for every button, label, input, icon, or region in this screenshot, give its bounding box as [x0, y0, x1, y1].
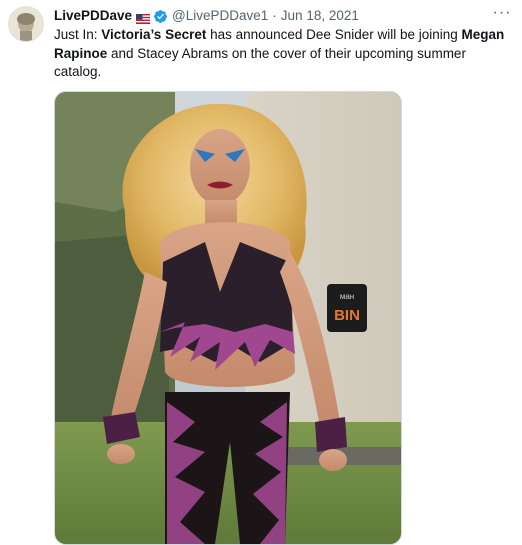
author-avatar[interactable] — [8, 6, 44, 42]
tweet-text-part: Just In: — [54, 27, 102, 42]
tweet-media-photo[interactable]: ман BIN — [54, 91, 402, 545]
us-flag-icon — [136, 11, 151, 24]
author-name[interactable]: LivePDDave — [54, 7, 132, 25]
separator-dot: · — [272, 8, 277, 23]
sign-top-text: ман — [340, 292, 354, 301]
tweet-date[interactable]: Jun 18, 2021 — [281, 7, 359, 25]
author-handle[interactable]: @LivePDDave1 — [172, 7, 268, 25]
tweet-header: LivePDDave @LivePDDave1 · Jun 18, 2021 — [54, 7, 482, 25]
tweet-text-part: has announced Dee Snider will be joining — [206, 27, 462, 42]
sign-text: BIN — [334, 307, 360, 324]
tweet-text-part: and Stacey Abrams on the cover of their … — [54, 45, 466, 80]
photo-illustration: ман BIN — [55, 92, 401, 544]
more-dots-icon[interactable]: ··· — [492, 5, 512, 24]
tweet-text: Just In: Victoria’s Secret has announced… — [54, 26, 516, 82]
verified-badge-icon — [153, 9, 168, 24]
avatar-image — [9, 7, 43, 41]
tweet-text-bold: Victoria’s Secret — [101, 27, 207, 42]
tweet-card[interactable]: LivePDDave @LivePDDave1 · Jun 18, 2021 ·… — [0, 0, 522, 545]
